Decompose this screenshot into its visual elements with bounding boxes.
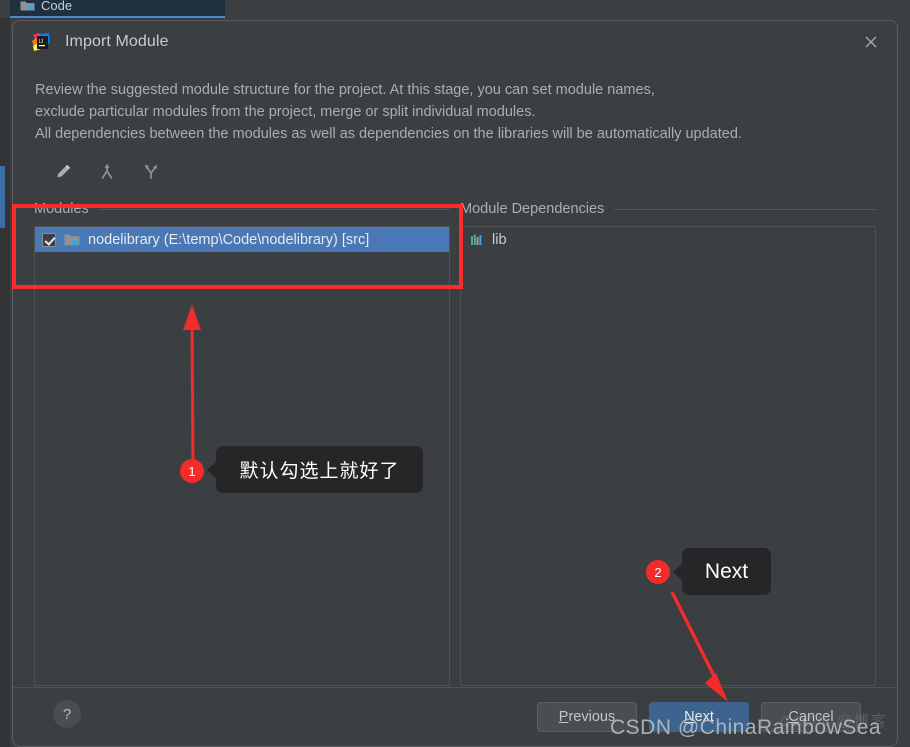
annotation-badge-2: 2 <box>646 560 670 584</box>
dependencies-panel-rule <box>614 208 876 210</box>
table-row[interactable]: nodelibrary (E:\temp\Code\nodelibrary) [… <box>35 227 449 252</box>
svg-text:IJ: IJ <box>39 39 44 45</box>
description-line-3: All dependencies between the modules as … <box>35 126 742 142</box>
annotation-callout-1: 默认勾选上就好了 <box>216 446 423 493</box>
import-module-dialog: IJ Import Module Review the suggested mo… <box>12 20 898 747</box>
previous-button-label: revious <box>568 709 616 725</box>
ide-gutter-accent <box>0 166 5 228</box>
cancel-button-label: ancel <box>798 709 834 725</box>
close-button[interactable] <box>859 30 883 54</box>
next-button-mnemonic: N <box>684 709 695 725</box>
dependencies-panel-header: Module Dependencies <box>460 199 876 219</box>
dependencies-list[interactable]: lib <box>460 226 876 686</box>
annotation-callout-1-text: 默认勾选上就好了 <box>239 461 400 482</box>
cancel-button[interactable]: Cancel <box>761 702 861 732</box>
dependencies-panel: Module Dependencies lib <box>460 199 876 686</box>
dialog-footer: ? Previous Next Cancel <box>13 687 897 746</box>
modules-panel-header: Modules <box>34 199 450 219</box>
merge-modules-icon <box>101 164 113 179</box>
module-label: nodelibrary (E:\temp\Code\nodelibrary) [… <box>88 231 370 248</box>
ide-tab-label: Code <box>41 0 73 13</box>
dependencies-panel-title: Module Dependencies <box>460 201 605 217</box>
dialog-description: Review the suggested module structure fo… <box>35 79 875 145</box>
dependency-label: lib <box>492 231 507 248</box>
modules-panel-rule <box>98 208 450 210</box>
cancel-button-mnemonic: C <box>788 709 799 725</box>
library-icon <box>471 234 482 245</box>
modules-panel: Modules nodelibrary (E:\temp\Code\nodeli… <box>34 199 450 686</box>
description-line-2: exclude particular modules from the proj… <box>35 104 536 120</box>
modules-panel-title: Modules <box>34 201 89 217</box>
ide-top-bar: Code <box>0 0 910 18</box>
split-module-icon <box>145 164 157 179</box>
list-item[interactable]: lib <box>461 227 875 252</box>
dialog-header: IJ Import Module <box>13 21 897 63</box>
module-checkbox[interactable] <box>42 232 56 247</box>
close-icon <box>865 36 877 48</box>
previous-button[interactable]: Previous <box>537 702 637 732</box>
screen-root: Code IJ Import Module Review the suggest… <box>0 0 910 747</box>
edit-pencil-button[interactable] <box>51 160 75 184</box>
panels-area: Modules nodelibrary (E:\temp\Code\nodeli… <box>13 199 897 689</box>
dialog-buttons: Previous Next Cancel <box>537 702 861 732</box>
annotation-callout-2-text: Next <box>704 559 749 583</box>
ide-left-gutter <box>0 18 10 747</box>
module-folder-icon <box>64 234 80 245</box>
split-module-button[interactable] <box>139 160 163 184</box>
help-button[interactable]: ? <box>53 700 81 728</box>
merge-modules-button[interactable] <box>95 160 119 184</box>
annotation-badge-1: 1 <box>180 459 204 483</box>
next-button[interactable]: Next <box>649 702 749 732</box>
folder-icon <box>20 1 35 10</box>
question-mark-icon: ? <box>62 705 72 723</box>
next-button-label: ext <box>694 709 714 725</box>
dialog-toolbar <box>51 159 897 185</box>
dialog-title: Import Module <box>65 33 169 50</box>
description-line-1: Review the suggested module structure fo… <box>35 82 655 98</box>
ide-tab-code[interactable]: Code <box>10 0 225 18</box>
annotation-callout-2: Next <box>682 548 771 595</box>
edit-pencil-icon <box>57 164 71 177</box>
intellij-idea-logo-icon: IJ <box>32 33 50 51</box>
previous-button-mnemonic: P <box>558 709 569 725</box>
